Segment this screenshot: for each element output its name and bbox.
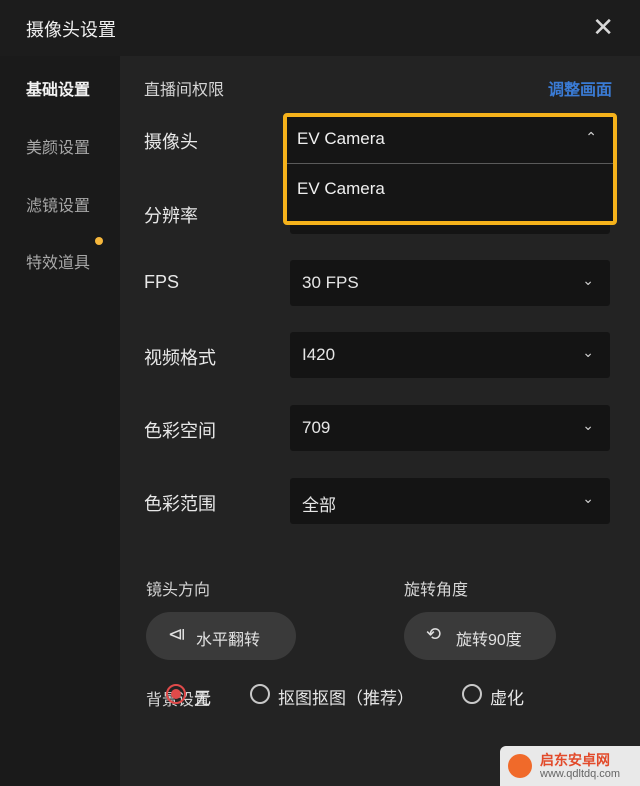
fps-value: 30 FPS: [302, 273, 359, 292]
video-format-label: 视频格式: [144, 348, 216, 368]
adjust-link[interactable]: 调整画面: [548, 76, 612, 100]
main-panel: 直播间权限 调整画面 摄像头 分辨率 FPS 30 FPS ⌄ 视频格式 I42…: [120, 56, 640, 786]
sidebar-item-beauty[interactable]: 美颜设置: [26, 134, 90, 158]
radio-icon: [462, 684, 482, 704]
radio-label: 无: [194, 689, 211, 708]
video-format-value: I420: [302, 345, 336, 364]
watermark-logo-icon: [508, 754, 532, 778]
color-range-select[interactable]: 全部 ⌄: [290, 478, 610, 524]
fps-select[interactable]: 30 FPS ⌄: [290, 260, 610, 306]
watermark-url: www.qdltdq.com: [540, 768, 621, 780]
camera-option[interactable]: EV Camera: [287, 165, 613, 217]
chevron-up-icon: ⌃: [585, 129, 597, 145]
title-bar: 摄像头设置 ✕: [0, 0, 640, 56]
color-range-label: 色彩范围: [144, 494, 216, 514]
radio-label: 抠图抠图（推荐）: [278, 689, 414, 708]
section-title: 直播间权限: [144, 82, 225, 99]
chevron-down-icon: ⌄: [582, 344, 594, 360]
sidebar-item-basic[interactable]: 基础设置: [26, 76, 90, 100]
camera-option-label: EV Camera: [297, 179, 385, 198]
flip-horizontal-button[interactable]: ⧏ 水平翻转: [146, 612, 296, 660]
color-space-select[interactable]: 709 ⌄: [290, 405, 610, 451]
camera-dropdown[interactable]: EV Camera ⌃ EV Camera: [283, 113, 617, 225]
camera-value: EV Camera: [297, 129, 385, 148]
resolution-label: 分辨率: [144, 206, 198, 226]
watermark-text: 启东安卓网: [540, 752, 610, 768]
camera-select[interactable]: EV Camera ⌃: [287, 117, 613, 164]
rotate-icon: ⟲: [426, 624, 442, 644]
close-icon[interactable]: ✕: [592, 12, 614, 42]
lens-direction-title: 镜头方向: [146, 582, 211, 599]
camera-label: 摄像头: [144, 132, 198, 152]
radio-icon: [166, 684, 186, 704]
flip-icon: ⧏: [168, 624, 186, 644]
radio-label: 虚化: [490, 689, 524, 708]
rotation-title: 旋转角度: [404, 582, 469, 599]
sidebar-item-effects[interactable]: 特效道具: [26, 249, 90, 273]
color-space-value: 709: [302, 418, 331, 437]
video-format-select[interactable]: I420 ⌄: [290, 332, 610, 378]
chevron-down-icon: ⌄: [582, 272, 594, 288]
watermark: 启东安卓网 www.qdltdq.com: [500, 746, 640, 786]
sidebar: 基础设置 美颜设置 滤镜设置 特效道具: [0, 56, 120, 786]
window-title: 摄像头设置: [26, 20, 116, 40]
chevron-down-icon: ⌄: [582, 490, 594, 506]
rotate-button[interactable]: ⟲ 旋转90度: [404, 612, 556, 660]
fps-label: FPS: [144, 272, 180, 292]
flip-label: 水平翻转: [196, 632, 261, 649]
color-space-label: 色彩空间: [144, 421, 216, 441]
badge-dot: [95, 237, 103, 245]
rotate-label: 旋转90度: [456, 632, 522, 649]
color-range-value: 全部: [302, 496, 336, 515]
radio-icon: [250, 684, 270, 704]
sidebar-item-filter[interactable]: 滤镜设置: [26, 192, 90, 216]
chevron-down-icon: ⌄: [582, 417, 594, 433]
